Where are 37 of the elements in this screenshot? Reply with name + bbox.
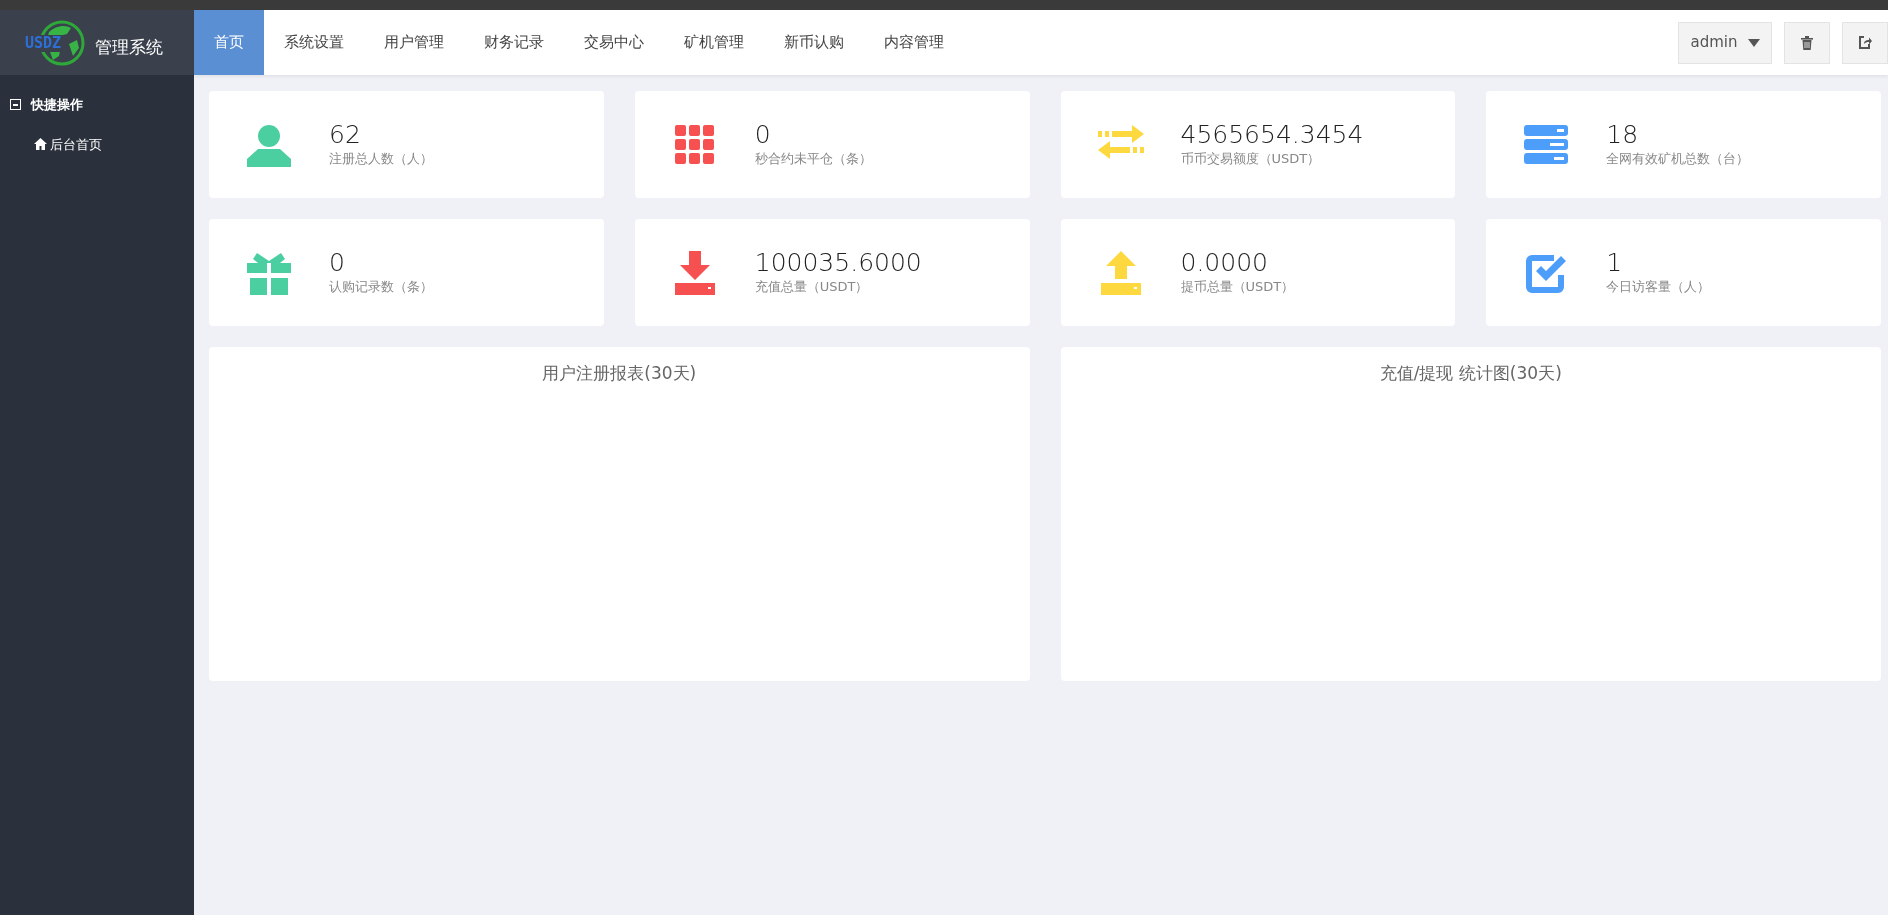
nav-tab[interactable]: 矿机管理: [664, 10, 764, 75]
stat-value: 0: [754, 121, 772, 149]
stat-value: 100035.6000: [754, 249, 922, 277]
nav-tab[interactable]: 系统设置: [264, 10, 364, 75]
nav-tab[interactable]: 财务记录: [464, 10, 564, 75]
logo-text: USDZ: [23, 34, 64, 52]
stat-label: 提币总量（USDT）: [1180, 277, 1295, 296]
stat-label: 认购记录数（条）: [329, 277, 433, 296]
stat-value: 1: [1606, 249, 1624, 277]
stat-label: 全网有效矿机总数（台）: [1606, 149, 1750, 168]
caret-icon: [1747, 38, 1760, 47]
stat-label: 币币交易额度（USDT）: [1180, 149, 1322, 168]
delete-button[interactable]: [1784, 21, 1830, 64]
stat-value: 18: [1606, 121, 1640, 149]
stat-label: 充值总量（USDT）: [754, 277, 870, 296]
stat-value: 4565654.3454: [1180, 121, 1364, 149]
stat-label: 今日访客量（人）: [1606, 277, 1711, 296]
chart-title: 充值/提现 统计图(30天): [1379, 362, 1562, 385]
collapse-icon: [10, 99, 21, 111]
stat-value: 0: [329, 249, 346, 277]
sidebar-group[interactable]: 快捷操作: [0, 75, 194, 127]
chart-title: 用户注册报表(30天): [542, 362, 697, 385]
nav-tab[interactable]: 交易中心: [564, 10, 664, 75]
home-icon: [34, 138, 47, 151]
logout-button[interactable]: [1842, 21, 1888, 64]
logout-icon: [1858, 36, 1872, 49]
nav-tab[interactable]: 新币认购: [764, 10, 864, 75]
logo-title: 管理系统: [95, 35, 163, 59]
stat-label: 注册总人数（人）: [329, 149, 433, 168]
nav-tab[interactable]: 用户管理: [364, 10, 464, 75]
user-dropdown[interactable]: admin: [1678, 21, 1772, 64]
stat-value: 0.0000: [1180, 249, 1269, 277]
stat-label: 秒合约未平仓（条）: [754, 149, 872, 168]
trash-icon: [1801, 35, 1813, 50]
sidebar-item[interactable]: 后台首页: [0, 126, 102, 162]
nav-tab[interactable]: 内容管理: [864, 10, 964, 75]
stat-value: 62: [329, 121, 362, 149]
